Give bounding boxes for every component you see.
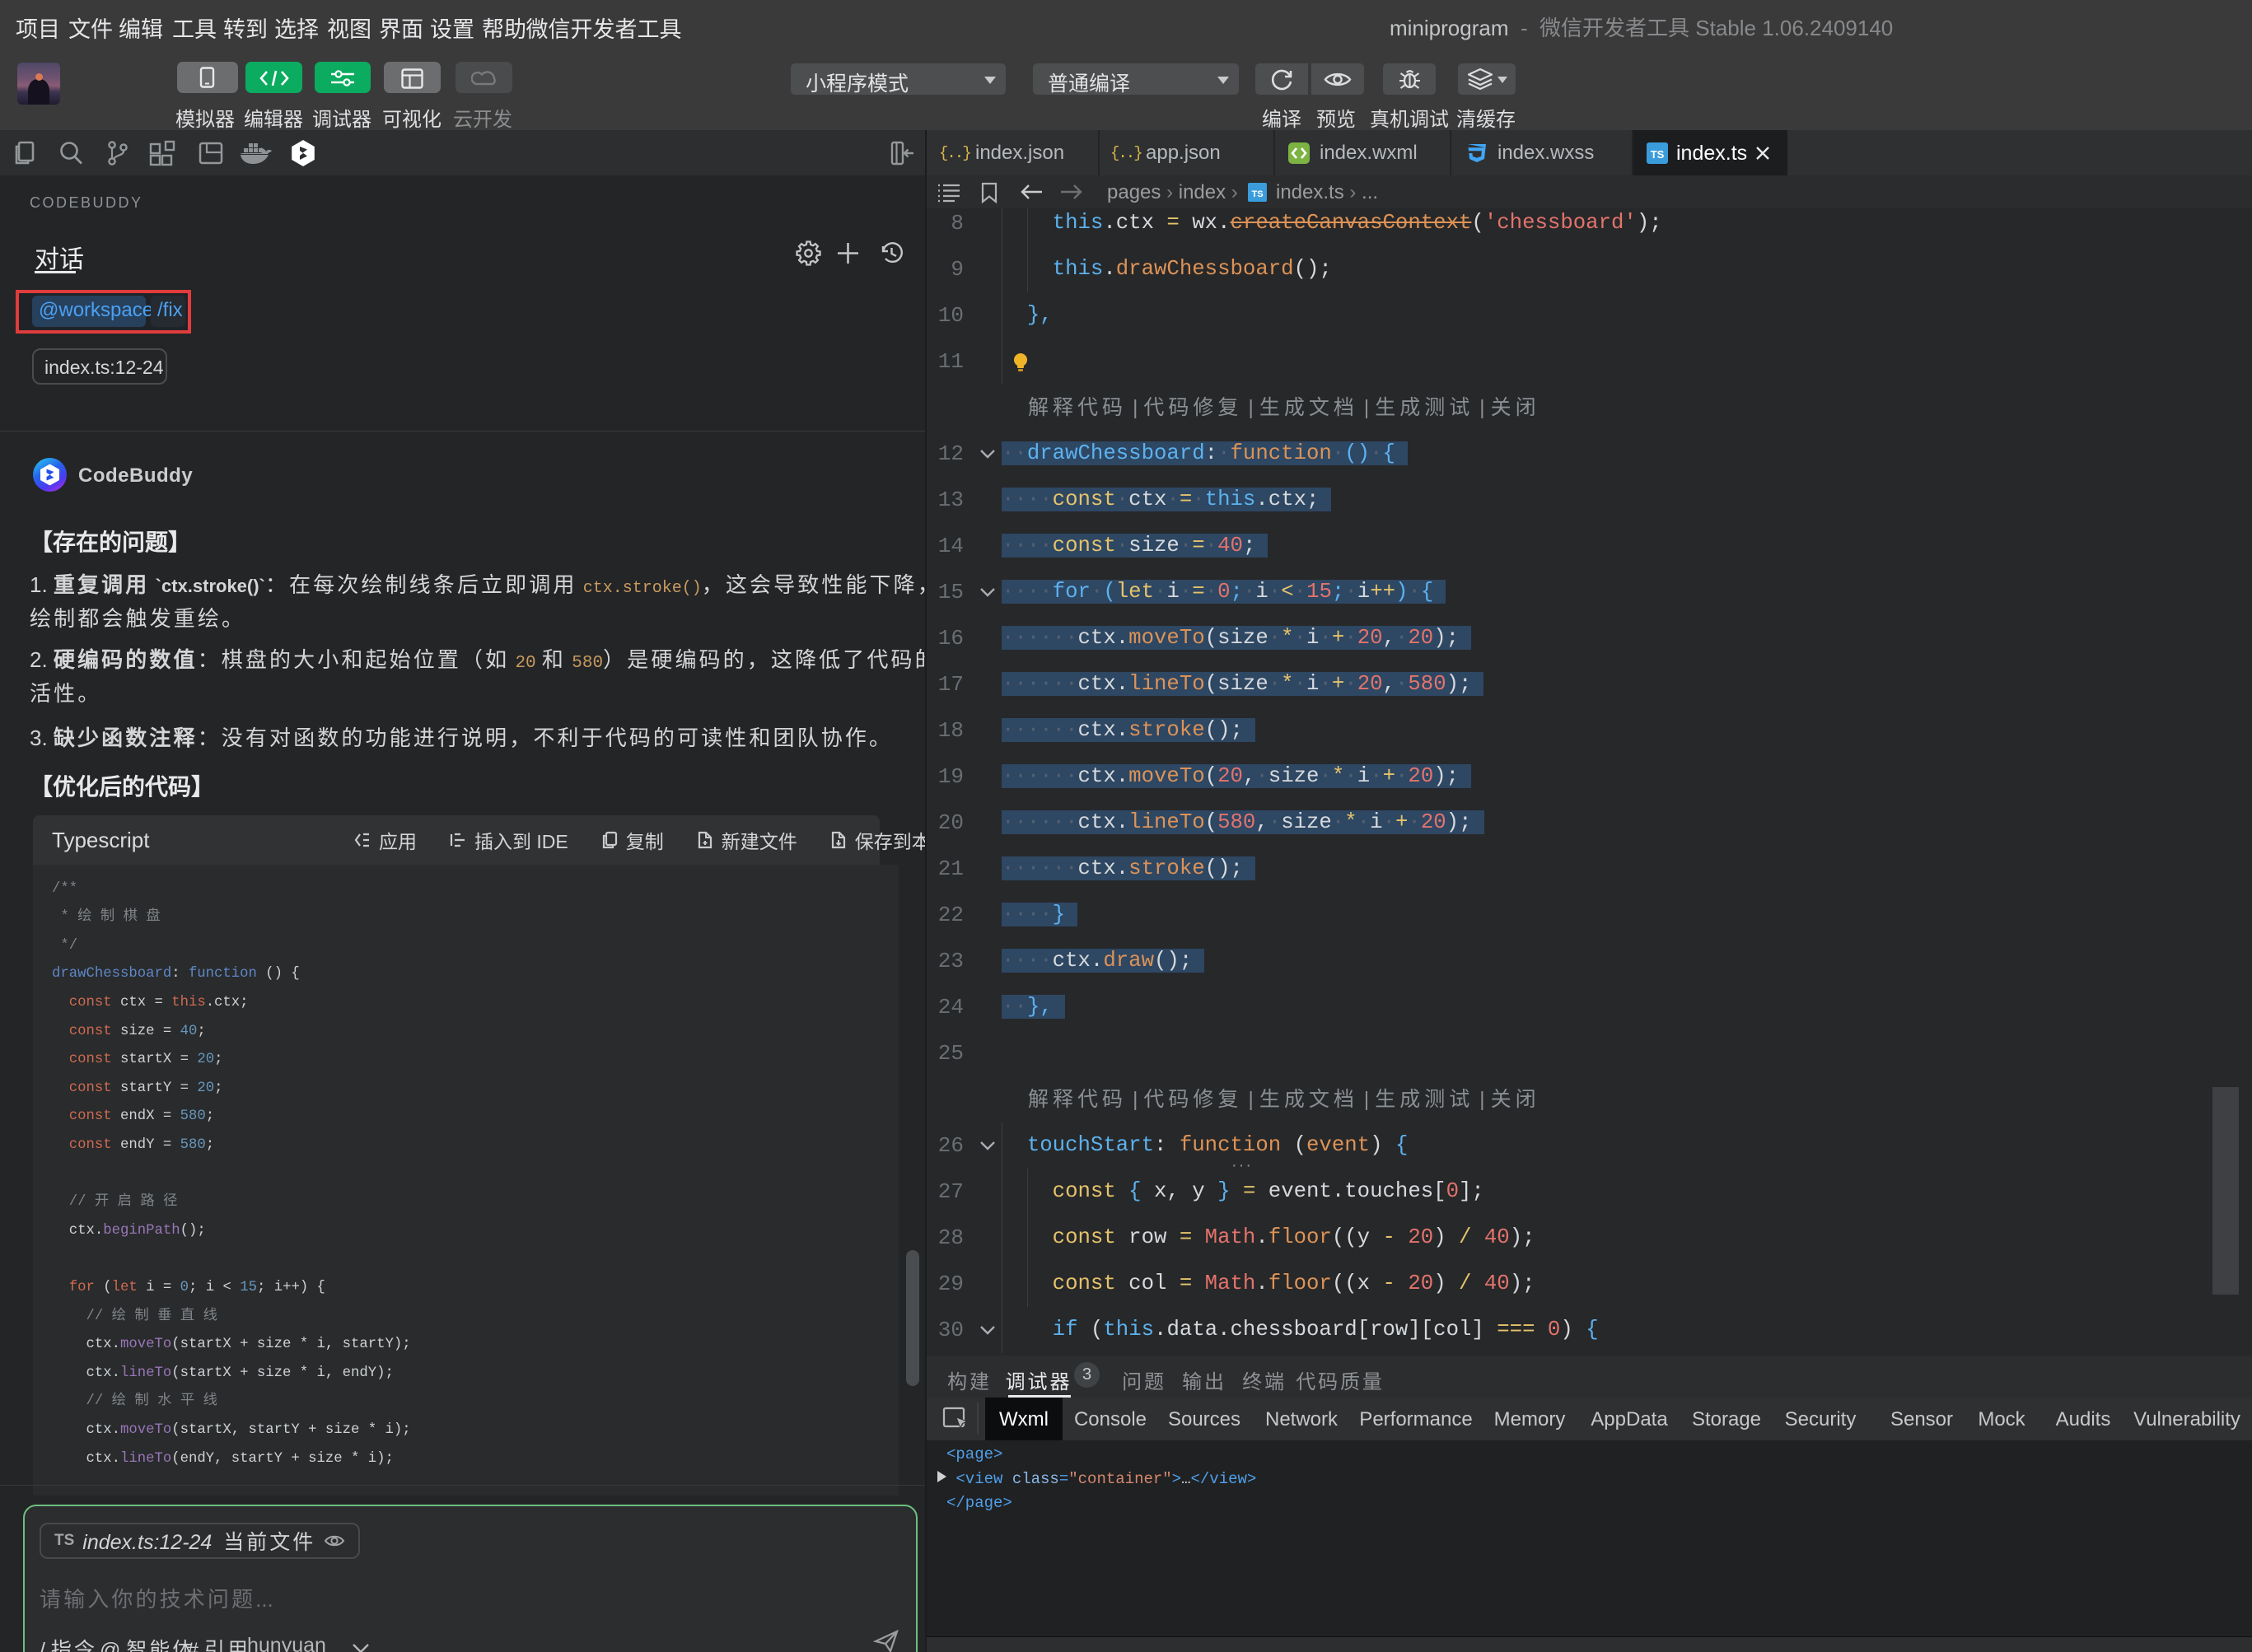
svg-text:TS: TS	[1251, 189, 1263, 199]
svg-text:TS: TS	[1651, 148, 1665, 161]
